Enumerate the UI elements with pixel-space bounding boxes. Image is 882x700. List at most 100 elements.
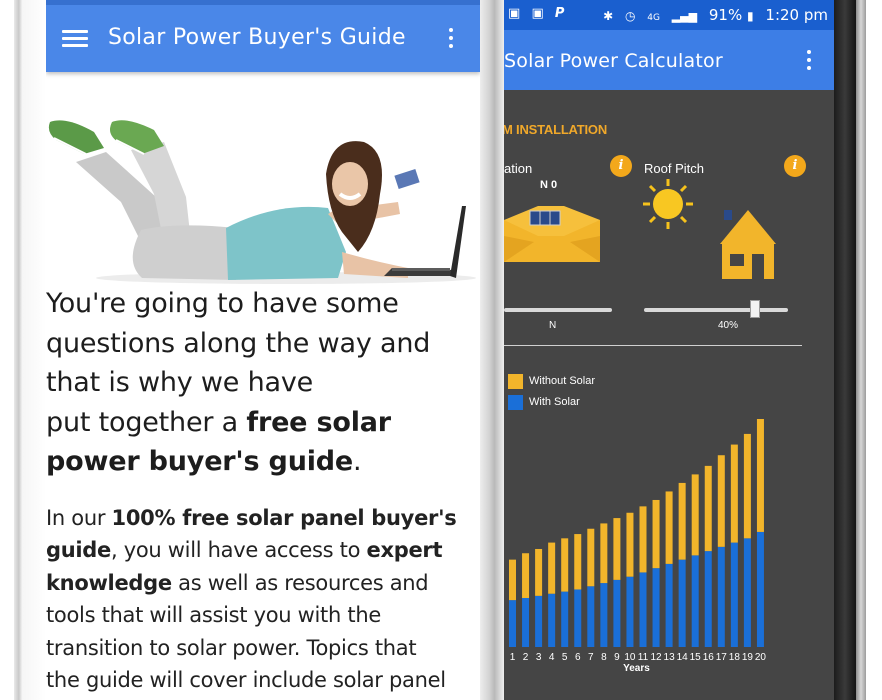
x-tick-label: 3 — [536, 652, 542, 663]
system-icons: ✱ ◷ 4G ▂▄▆ 91% ▮ 1:20 pm — [603, 6, 828, 24]
x-tick-label: 8 — [601, 652, 607, 663]
bar-with-solar — [613, 579, 621, 647]
paypal-icon: P — [554, 6, 565, 21]
x-tick-label: 17 — [716, 652, 728, 663]
bar-with-solar — [561, 591, 569, 647]
intro-text: You're going to have some questions alon… — [46, 284, 476, 697]
lead-bold-text: free solar — [246, 406, 391, 438]
clock: 1:20 pm — [765, 6, 828, 24]
bluetooth-icon: ✱ — [603, 9, 614, 23]
section-divider — [504, 345, 802, 346]
left-phone-screen: Solar Power Buyer's Guide You're going t… — [46, 0, 480, 700]
legend-label: With Solar — [529, 396, 580, 408]
x-tick-label: 10 — [624, 652, 636, 663]
alarm-icon: ◷ — [624, 9, 636, 23]
hero-image — [48, 120, 476, 284]
legend-label: Without Solar — [529, 375, 596, 387]
x-tick-label: 11 — [638, 652, 649, 663]
lead-line: put together a free solar — [46, 403, 476, 443]
bar-with-solar — [704, 551, 712, 647]
overflow-menu-icon[interactable] — [442, 28, 460, 54]
body-line: knowledge as well as resources and — [46, 567, 476, 600]
bar-without-solar — [756, 419, 764, 532]
body-bold-text: knowledge — [46, 570, 172, 595]
roof-pitch-value: 40% — [718, 320, 739, 331]
body-bold-text: guide — [46, 538, 111, 562]
bar-with-solar — [574, 589, 582, 647]
calculator-title: Solar Power Calculator — [504, 50, 723, 72]
bar-without-solar — [717, 455, 725, 547]
bar-with-solar — [678, 559, 686, 647]
calculator-app-bar: Solar Power Calculator — [504, 30, 834, 90]
x-tick-label: 9 — [614, 652, 620, 663]
bar-without-solar — [743, 433, 751, 539]
x-tick-label: 18 — [729, 652, 741, 663]
x-tick-label: 14 — [677, 652, 689, 663]
body-bold-text: 100% free solar panel buyer's — [111, 505, 457, 530]
section-title: M INSTALLATION — [504, 122, 608, 137]
body-line: guide, you will have access to expert — [46, 534, 476, 567]
bar-without-solar — [509, 559, 516, 601]
signal-icon: ▂▄▆ — [671, 10, 698, 23]
lead-line: You're going to have some — [46, 288, 399, 319]
bar-without-solar — [626, 512, 634, 577]
body-line: the guide will cover include solar panel — [46, 668, 446, 692]
body-paragraph: In our 100% free solar panel buyer's gui… — [46, 502, 476, 697]
x-tick-label: 4 — [549, 652, 555, 663]
bar-without-solar — [665, 491, 673, 564]
left-phone-bezel — [22, 0, 46, 700]
bar-without-solar — [678, 482, 686, 560]
gallery-icon: ▣ — [531, 6, 544, 21]
roof-pitch-slider[interactable] — [644, 308, 788, 312]
roof-pitch-label: Roof Pitch — [644, 161, 704, 176]
lead-line: questions along the way and — [46, 327, 431, 359]
bar-without-solar — [613, 518, 621, 580]
orientation-info-icon[interactable]: i — [610, 155, 632, 177]
body-text: In our — [46, 505, 112, 530]
right-phone-bezel — [834, 0, 856, 700]
bar-without-solar — [600, 523, 608, 584]
orientation-slider[interactable] — [504, 308, 612, 312]
x-tick-label: 15 — [690, 652, 702, 663]
bar-with-solar — [509, 600, 516, 647]
savings-chart: 1 2 3 4 5 6 7 8 9 10 11 12 13 14 15 16 17 18 19 20Years — [509, 419, 766, 674]
body-line: In our 100% free solar panel buyer's — [46, 502, 476, 535]
body-text: , you will have access to — [110, 538, 367, 562]
body-text: as well as resources and — [171, 570, 429, 595]
menu-icon[interactable] — [62, 30, 88, 48]
x-tick-label: 12 — [650, 652, 662, 663]
left-phone-frame — [14, 0, 22, 700]
status-bar: ▣ ▣ P ✱ ◷ 4G ▂▄▆ 91% ▮ 1:20 pm — [504, 0, 834, 30]
lead-line: that is why we have — [46, 367, 314, 398]
bar-with-solar — [730, 542, 738, 647]
body-line: tools that will assist you with the — [46, 603, 381, 627]
bar-with-solar — [717, 546, 725, 647]
bar-without-solar — [574, 534, 582, 590]
bar-with-solar — [756, 531, 764, 647]
x-tick-label: 1 — [510, 652, 516, 663]
notification-icons: ▣ ▣ P — [508, 6, 571, 21]
battery-icon: ▮ — [747, 9, 754, 23]
bar-with-solar — [535, 595, 543, 647]
lead-text: put together a — [46, 406, 247, 438]
right-phone-screen: ▣ ▣ P ✱ ◷ 4G ▂▄▆ 91% ▮ 1:20 pm Solar Pow… — [504, 0, 834, 700]
lead-paragraph: You're going to have some questions alon… — [46, 284, 476, 482]
legend-swatch — [508, 395, 523, 410]
bar-without-solar — [561, 538, 569, 592]
bar-without-solar — [548, 542, 556, 594]
body-line: transition to solar power. Topics that — [46, 635, 417, 660]
bar-without-solar — [535, 548, 543, 596]
bar-with-solar — [652, 568, 660, 647]
x-tick-label: 16 — [703, 652, 715, 663]
roof-pitch-info-icon[interactable]: i — [784, 155, 806, 177]
bar-without-solar — [587, 528, 595, 587]
overflow-menu-icon[interactable] — [800, 50, 818, 76]
status-strip — [46, 0, 480, 5]
right-phone-edge — [856, 0, 866, 700]
bar-with-solar — [743, 538, 751, 647]
lead-line: power buyer's guide. — [46, 442, 476, 482]
roof-pitch-slider-thumb[interactable] — [750, 300, 760, 318]
bar-without-solar — [639, 506, 647, 573]
x-tick-label: 13 — [664, 652, 676, 663]
bar-without-solar — [691, 474, 699, 556]
